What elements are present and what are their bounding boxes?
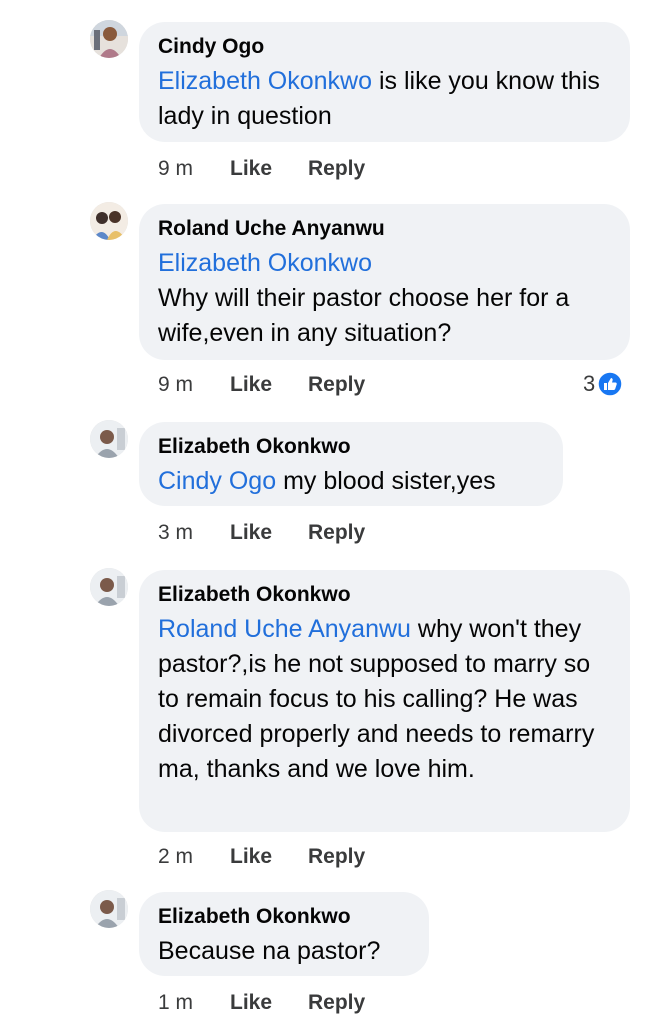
mention-link[interactable]: Cindy Ogo	[158, 467, 276, 495]
like-button[interactable]: Like	[230, 990, 308, 1016]
comment-timestamp[interactable]: 2 m	[158, 844, 230, 870]
like-button[interactable]: Like	[230, 156, 308, 182]
comment-timestamp[interactable]: 9 m	[158, 156, 230, 182]
comment-actions: 1 m Like Reply	[158, 990, 365, 1016]
comment-author[interactable]: Elizabeth Okonkwo	[158, 582, 610, 608]
comment-body: Why will their pastor choose her for a w…	[158, 284, 570, 347]
profile-photo-icon	[90, 20, 128, 58]
comment-text: Roland Uche Anyanwu why won't they pasto…	[158, 612, 610, 787]
like-reaction-icon	[597, 371, 623, 397]
profile-photo-icon	[90, 202, 128, 240]
comment-bubble: Elizabeth Okonkwo Cindy Ogo my blood sis…	[139, 422, 563, 506]
comment-timestamp[interactable]: 1 m	[158, 990, 230, 1016]
profile-photo-icon	[90, 568, 128, 606]
comment-bubble: Elizabeth Okonkwo Roland Uche Anyanwu wh…	[139, 570, 630, 832]
reply-button[interactable]: Reply	[308, 990, 365, 1016]
reply-button[interactable]: Reply	[308, 372, 365, 398]
comment-timestamp[interactable]: 9 m	[158, 372, 230, 398]
comment-text: Elizabeth Okonkwo Why will their pastor c…	[158, 246, 610, 351]
comment-author[interactable]: Roland Uche Anyanwu	[158, 216, 610, 242]
comment-actions: 9 m Like Reply	[158, 156, 365, 182]
reply-button[interactable]: Reply	[308, 844, 365, 870]
reaction-count: 3	[583, 371, 596, 397]
comment-thread: Cindy Ogo Elizabeth Okonkwo is like you …	[0, 0, 646, 1024]
comment-body: my blood sister,yes	[276, 467, 496, 495]
comment-author[interactable]: Cindy Ogo	[158, 34, 610, 60]
like-button[interactable]: Like	[230, 844, 308, 870]
like-button[interactable]: Like	[230, 372, 308, 398]
comment-body: Because na pastor?	[158, 937, 381, 965]
avatar[interactable]	[90, 420, 128, 458]
avatar[interactable]	[90, 20, 128, 58]
like-button[interactable]: Like	[230, 520, 308, 546]
comment-actions: 3 m Like Reply	[158, 520, 365, 546]
comment-text: Elizabeth Okonkwo is like you know this …	[158, 64, 610, 134]
reaction-summary[interactable]: 3	[583, 370, 623, 397]
comment-actions: 2 m Like Reply	[158, 844, 365, 870]
comment-timestamp[interactable]: 3 m	[158, 520, 230, 546]
reply-button[interactable]: Reply	[308, 156, 365, 182]
avatar[interactable]	[90, 890, 128, 928]
mention-link[interactable]: Elizabeth Okonkwo	[158, 249, 372, 277]
comment-text: Cindy Ogo my blood sister,yes	[158, 464, 543, 499]
reply-button[interactable]: Reply	[308, 520, 365, 546]
comment-bubble: Elizabeth Okonkwo Because na pastor?	[139, 892, 429, 976]
profile-photo-icon	[90, 420, 128, 458]
mention-link[interactable]: Elizabeth Okonkwo	[158, 67, 372, 95]
profile-photo-icon	[90, 890, 128, 928]
comment-author[interactable]: Elizabeth Okonkwo	[158, 904, 409, 930]
avatar[interactable]	[90, 202, 128, 240]
comment-author[interactable]: Elizabeth Okonkwo	[158, 434, 543, 460]
mention-link[interactable]: Roland Uche Anyanwu	[158, 615, 411, 643]
comment-bubble: Cindy Ogo Elizabeth Okonkwo is like you …	[139, 22, 630, 142]
avatar[interactable]	[90, 568, 128, 606]
comment-actions: 9 m Like Reply	[158, 372, 365, 398]
comment-text: Because na pastor?	[158, 934, 409, 969]
comment-bubble: Roland Uche Anyanwu Elizabeth Okonkwo Why…	[139, 204, 630, 360]
